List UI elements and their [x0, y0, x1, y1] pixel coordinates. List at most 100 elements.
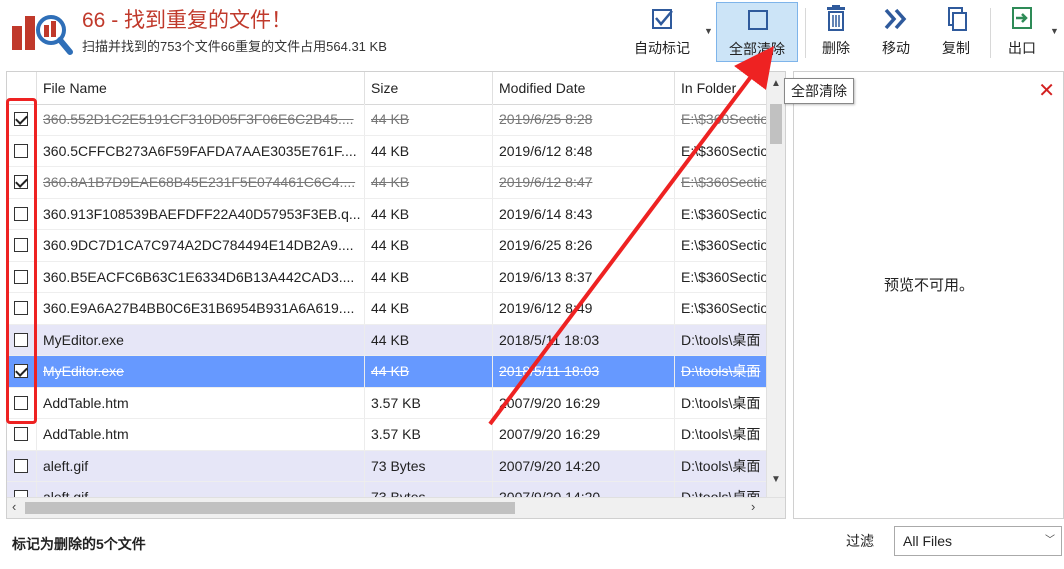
delete-button[interactable]: 删除: [810, 2, 862, 62]
cell-size: 44 KB: [365, 135, 493, 166]
cell-size: 44 KB: [365, 167, 493, 198]
cell-modified-date: 2019/6/12 8:48: [493, 135, 675, 166]
clear-all-tooltip: 全部清除: [784, 78, 854, 104]
export-button[interactable]: 出口: [998, 2, 1046, 62]
clear-all-label: 全部清除: [729, 41, 785, 57]
chevron-down-icon: ﹀: [1045, 535, 1055, 546]
cell-folder: D:\tools\桌面: [681, 331, 761, 348]
table-row[interactable]: 360.913F108539BAEFDFF22A40D57953F3EB.q..…: [7, 198, 767, 230]
export-icon: [1012, 7, 1032, 29]
cell-modified-date: 2019/6/14 8:43: [493, 198, 675, 229]
toolbar-divider: [990, 8, 991, 58]
cell-file-name: AddTable.htm: [37, 387, 365, 418]
cell-size: 44 KB: [365, 230, 493, 261]
scroll-right-icon[interactable]: ›: [751, 499, 755, 514]
copy-icon: [948, 7, 967, 31]
column-header-folder[interactable]: In Folder: [675, 72, 767, 104]
cell-modified-date: 2019/6/12 8:49: [493, 293, 675, 324]
cell-file-name: 360.E9A6A27B4BB0C6E31B6954B931A6A619....: [37, 293, 365, 324]
close-preview-icon[interactable]: ✕: [1038, 78, 1055, 103]
vertical-scroll-thumb[interactable]: [770, 104, 782, 144]
table-row[interactable]: 360.8A1B7D9EAE68B45E231F5E074461C6C4....…: [7, 167, 767, 199]
export-label: 出口: [1008, 40, 1036, 56]
cell-size: 3.57 KB: [365, 387, 493, 418]
auto-mark-label: 自动标记: [634, 40, 690, 56]
table-row[interactable]: MyEditor.exe 44 KB 2018/5/11 18:03 D:\tools…: [7, 356, 767, 388]
auto-mark-button[interactable]: 自动标记: [624, 2, 700, 62]
duplicate-file-list[interactable]: File Name Size Modified Date In Folder 3…: [6, 71, 786, 519]
row-check-cell: [7, 450, 37, 481]
filter-label: 过滤: [846, 533, 874, 549]
row-checkbox[interactable]: [14, 427, 28, 441]
table-row[interactable]: aleft.gif73 Bytes2007/9/20 14:20 D:\tools…: [7, 450, 767, 482]
cell-folder: E:\$360Sectio: [681, 111, 767, 127]
scroll-up-icon[interactable]: ▲: [771, 78, 781, 89]
filter-select[interactable]: All Files ﹀: [894, 526, 1062, 556]
cell-folder: E:\$360Sectio: [681, 300, 767, 316]
cell-file-name: 360.9DC7D1CA7C974A2DC784494E14DB2A9....: [37, 230, 365, 261]
cell-folder: E:\$360Sectio: [681, 205, 767, 222]
status-text: 标记为删除的5个文件: [12, 536, 146, 552]
cell-folder: E:\$360Sectio: [681, 174, 767, 190]
cell-modified-date: 2007/9/20 16:29: [493, 387, 675, 418]
copy-label: 复制: [942, 40, 970, 56]
table-row[interactable]: 360.E9A6A27B4BB0C6E31B6954B931A6A619....…: [7, 293, 767, 325]
clear-all-button[interactable]: 全部清除: [716, 2, 798, 62]
app-logo-icon: [12, 15, 73, 55]
move-label: 移动: [882, 40, 910, 56]
cell-size: 44 KB: [365, 293, 493, 324]
cell-modified-date: 2019/6/12 8:47: [493, 167, 675, 198]
cell-folder: D:\tools\桌面: [681, 363, 761, 379]
column-header-file-name[interactable]: File Name: [37, 72, 365, 104]
table-row[interactable]: 360.9DC7D1CA7C974A2DC784494E14DB2A9.... 4…: [7, 230, 767, 262]
empty-checkbox-icon: [748, 10, 768, 30]
cell-file-name: 360.552D1C2E5191CF310D05F3F06E6C2B45....: [37, 104, 365, 135]
horizontal-scroll-thumb[interactable]: [25, 502, 515, 514]
auto-mark-dropdown-icon[interactable]: ▼: [704, 26, 713, 36]
row-checkbox[interactable]: [14, 458, 28, 473]
cell-folder: D:\tools\桌面: [681, 394, 761, 411]
cell-modified-date: 2019/6/25 8:26: [493, 230, 675, 261]
cell-size: 44 KB: [365, 198, 493, 229]
cell-size: 73 Bytes: [365, 450, 493, 481]
cell-file-name: MyEditor.exe: [37, 324, 365, 355]
cell-modified-date: 2007/9/20 16:29: [493, 419, 675, 450]
delete-label: 删除: [822, 40, 850, 56]
column-header-row: File Name Size Modified Date In Folder: [7, 72, 767, 105]
table-row[interactable]: 360.5CFFCB273A6F59FAFDA7AAE3035E761F....…: [7, 135, 767, 167]
column-header-modified-date[interactable]: Modified Date: [493, 72, 675, 104]
checkbox-check-icon: [652, 9, 673, 29]
export-dropdown-icon[interactable]: ▼: [1050, 26, 1059, 36]
cell-size: 44 KB: [365, 324, 493, 355]
cell-size: 3.57 KB: [365, 419, 493, 450]
header: 66 - 找到重复的文件！ 扫描并找到的753个文件66重复的文件占用564.3…: [0, 0, 1064, 68]
horizontal-scrollbar[interactable]: ‹ ›: [7, 497, 785, 518]
cell-file-name: 360.B5EACFC6B63C1E6334D6B13A442CAD3....: [37, 261, 365, 292]
cell-file-name: MyEditor.exe: [37, 356, 365, 387]
table-row[interactable]: AddTable.htm 3.57 KB 2007/9/20 16:29 D:\too…: [7, 419, 767, 451]
cell-folder: E:\$360Sectio: [681, 142, 767, 159]
cell-modified-date: 2018/5/11 18:03: [493, 324, 675, 355]
cell-size: 44 KB: [365, 261, 493, 292]
cell-file-name: aleft.gif: [37, 450, 365, 481]
filter-selected-value: All Files: [903, 533, 953, 549]
cell-folder: E:\$360Sectio: [681, 268, 767, 285]
column-header-size[interactable]: Size: [365, 72, 493, 104]
table-row[interactable]: 360.B5EACFC6B63C1E6334D6B13A442CAD3.... 4…: [7, 261, 767, 293]
table-row[interactable]: 360.552D1C2E5191CF310D05F3F06E6C2B45....…: [7, 104, 767, 136]
vertical-scrollbar[interactable]: ▲ ▼: [766, 72, 785, 500]
checkbox-highlight-box: [6, 98, 37, 424]
table-row[interactable]: MyEditor.exe 44 KB 2018/5/11 18:03 D:\tools…: [7, 324, 767, 356]
move-button[interactable]: 移动: [870, 2, 922, 62]
scroll-left-icon[interactable]: ‹: [12, 499, 16, 514]
cell-file-name: 360.8A1B7D9EAE68B45E231F5E074461C6C4....: [37, 167, 365, 198]
cell-modified-date: 2019/6/13 8:37: [493, 261, 675, 292]
preview-pane: ✕ 预览不可用。: [793, 71, 1064, 519]
cell-modified-date: 2007/9/20 14:20: [493, 450, 675, 481]
scroll-down-icon[interactable]: ▼: [771, 474, 781, 485]
copy-button[interactable]: 复制: [930, 2, 982, 62]
double-chevron-right-icon: [884, 8, 907, 30]
cell-modified-date: 2019/6/25 8:28: [493, 104, 675, 135]
page-title: 66 - 找到重复的文件！: [82, 9, 293, 32]
table-row[interactable]: AddTable.htm 3.57 KB 2007/9/20 16:29 D:\too…: [7, 387, 767, 419]
